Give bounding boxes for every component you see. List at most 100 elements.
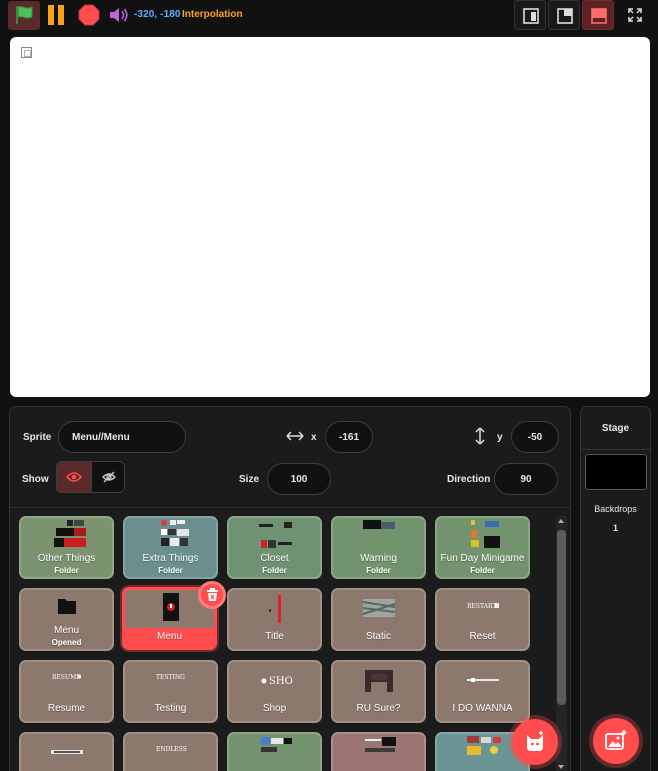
sprite-name: Static	[365, 631, 391, 642]
pause-icon	[48, 5, 54, 25]
x-input[interactable]: -161	[325, 421, 373, 453]
sprite-thumbnail	[471, 520, 500, 548]
sprite-tile[interactable]	[331, 732, 426, 771]
audio-button[interactable]	[109, 7, 129, 23]
sprite-thumbnail	[261, 737, 292, 752]
thumbnail-text: RESTART	[467, 603, 496, 610]
y-input[interactable]: -50	[511, 421, 559, 453]
pause-button[interactable]	[45, 5, 67, 25]
stop-button[interactable]	[78, 4, 100, 26]
mouse-coordinates: -320, -180	[134, 9, 181, 20]
sprite-tile[interactable]: RESUME Resume	[19, 660, 114, 723]
sprite-selector-panel: Sprite Menu//Menu x -161 y -50 Show Size…	[9, 406, 571, 771]
sprite-tile[interactable]	[227, 732, 322, 771]
direction-label: Direction	[447, 474, 491, 485]
add-backdrop-button[interactable]	[593, 718, 639, 764]
stage-target-pane: Stage Backdrops 1	[580, 406, 651, 771]
sprite-tile[interactable]: RESTART Reset	[435, 588, 530, 651]
normal-stage-button[interactable]	[548, 0, 580, 30]
sprite-thumbnail: ENDLESS	[156, 746, 187, 753]
scroll-down-arrow[interactable]	[558, 765, 564, 769]
sprite-tile[interactable]: Closet Folder	[227, 516, 322, 579]
size-value: 100	[290, 473, 308, 485]
sprite-name: RU Sure?	[356, 703, 401, 714]
sprite-tile[interactable]: Title	[227, 588, 322, 651]
thumbnail-text: RESUME	[52, 674, 81, 681]
green-flag-button[interactable]	[8, 1, 40, 30]
stop-icon	[78, 4, 100, 26]
sprite-tile[interactable]: Extra Things Folder	[123, 516, 218, 579]
sprite-tile[interactable]: Menu Opened	[19, 588, 114, 651]
sprite-list-scrollbar[interactable]	[556, 516, 567, 771]
hide-sprite-button[interactable]	[91, 462, 124, 492]
sprite-name: Title	[265, 631, 284, 642]
fullscreen-button[interactable]	[619, 0, 651, 30]
sprite-tile[interactable]: Warning Folder	[331, 516, 426, 579]
sprite-folder-label: Folder	[158, 566, 183, 575]
sprite-tile[interactable]	[19, 732, 114, 771]
stage-canvas[interactable]	[10, 37, 650, 397]
scrollbar-thumb[interactable]	[557, 530, 566, 705]
sprite-tile[interactable]: TESTING Testing	[123, 660, 218, 723]
eye-slash-icon	[102, 471, 116, 483]
add-sprite-button[interactable]	[512, 719, 558, 765]
image-add-icon	[605, 730, 627, 750]
visibility-toggle	[56, 461, 125, 493]
small-stage-button[interactable]	[514, 0, 546, 30]
vertical-arrows-icon	[475, 427, 485, 445]
sprite-thumbnail	[363, 520, 395, 529]
scroll-up-arrow[interactable]	[558, 519, 564, 523]
size-input[interactable]: 100	[267, 463, 331, 495]
green-flag-icon	[16, 6, 33, 24]
sprite-tile[interactable]: Other Things Folder	[19, 516, 114, 579]
stage-pane-title: Stage	[601, 423, 630, 434]
sprite-tile[interactable]: RU Sure?	[331, 660, 426, 723]
direction-input[interactable]: 90	[494, 463, 558, 495]
sprite-thumbnail	[54, 520, 86, 547]
y-label: y	[497, 432, 503, 443]
sprite-thumbnail	[467, 678, 499, 682]
sprite-tile[interactable]: Fun Day Minigame Folder	[435, 516, 530, 579]
sprite-thumbnail	[259, 522, 292, 548]
large-stage-icon	[591, 8, 607, 24]
show-label: Show	[22, 474, 49, 485]
stage-pane-divider	[581, 449, 650, 450]
sprite-name: Menu	[53, 625, 79, 636]
stage-thumbnail[interactable]	[585, 454, 647, 490]
large-stage-button[interactable]	[582, 0, 614, 30]
sprite-name-value: Menu//Menu	[72, 431, 130, 443]
sprite-thumbnail	[365, 670, 393, 692]
speaker-icon	[110, 8, 128, 22]
sprite-folder-label: Folder	[262, 566, 287, 575]
interpolation-label: Interpolation	[182, 9, 243, 20]
show-sprite-button[interactable]	[57, 462, 91, 492]
sprite-tile[interactable]: SHO Shop	[227, 660, 322, 723]
small-stage-icon	[523, 8, 539, 24]
sprite-name: Fun Day Minigame	[440, 553, 525, 564]
sprite-folder-label: Folder	[366, 566, 391, 575]
thumbnail-text: TESTING	[156, 674, 185, 681]
backdrops-count: 1	[612, 523, 618, 533]
x-label: x	[311, 432, 317, 443]
sprite-thumbnail	[365, 737, 396, 752]
sprite-name: Other Things	[37, 553, 96, 564]
sprite-thumbnail: TESTING	[156, 674, 185, 681]
sprite-tile[interactable]: I DO WANNA	[435, 660, 530, 723]
broken-image-icon	[21, 47, 32, 58]
sprite-folder-label: Opened	[51, 638, 82, 647]
sprite-folder-label: Folder	[54, 566, 79, 575]
thumbnail-text: ENDLESS	[156, 746, 187, 753]
sprite-thumbnail	[269, 595, 281, 623]
sprite-name: Reset	[469, 631, 496, 642]
backdrops-label: Backdrops	[594, 504, 637, 514]
sprite-thumbnail: RESTART	[467, 603, 499, 610]
folder-icon	[58, 599, 76, 614]
delete-sprite-button[interactable]	[198, 581, 226, 609]
sprite-name-input[interactable]: Menu//Menu	[58, 421, 186, 453]
sprite-thumbnail	[51, 750, 83, 754]
sprite-thumbnail	[161, 520, 189, 546]
sprite-name: Resume	[47, 703, 86, 714]
sprite-tile[interactable]: ENDLESS	[123, 732, 218, 771]
sprite-tile[interactable]: Static	[331, 588, 426, 651]
sprite-name: Menu	[156, 631, 182, 642]
